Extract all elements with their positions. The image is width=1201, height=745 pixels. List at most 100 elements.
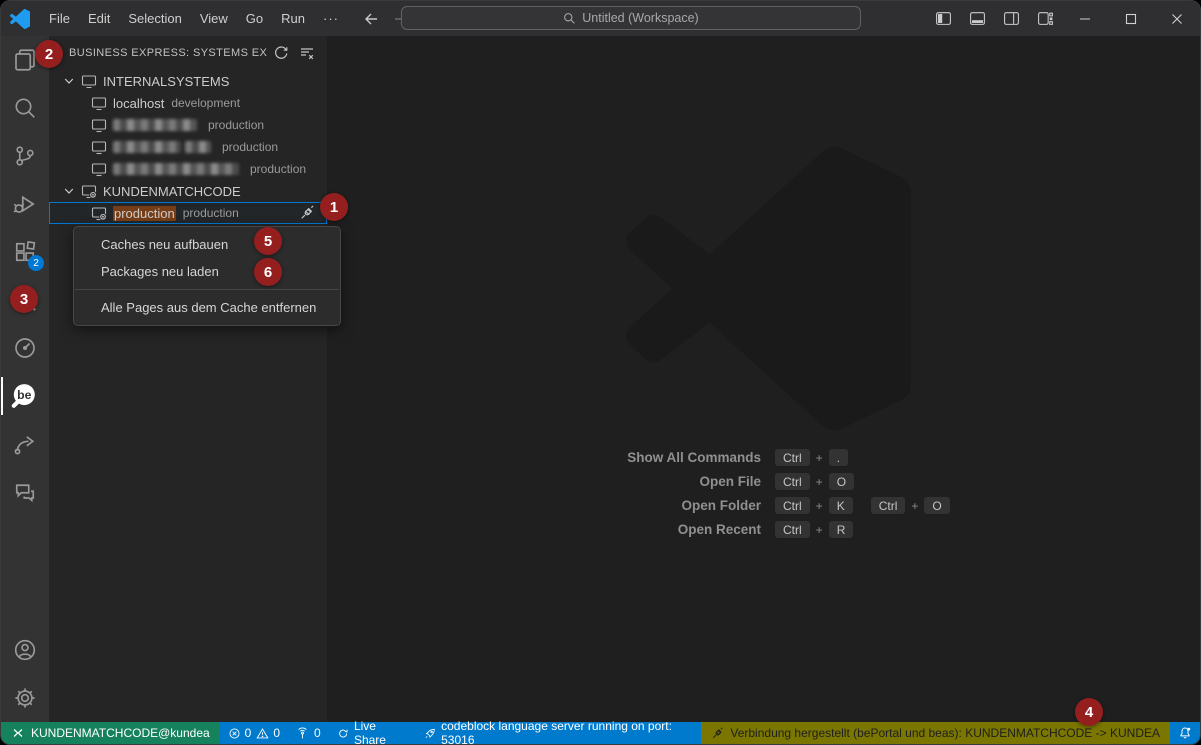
plus-separator: + <box>816 499 823 513</box>
tree-item-kundenmatchcode[interactable]: KUNDENMATCHCODE <box>49 180 327 202</box>
key: Ctrl <box>775 497 810 515</box>
live-share-label: Live Share <box>354 719 408 745</box>
status-bar: KUNDENMATCHCODE@kundea 0 0 0 Live Share … <box>1 722 1200 744</box>
server-monitor-icon <box>91 95 107 111</box>
menu-separator <box>75 289 339 290</box>
menu-item-packages-neu-laden[interactable]: Packages neu laden <box>74 258 340 285</box>
shortcut-keys: Ctrl + . <box>775 449 1035 467</box>
vscode-window: File Edit Selection View Go Run ··· Unti… <box>0 0 1201 745</box>
plug-icon <box>711 727 724 740</box>
tree-item-internalsystems[interactable]: INTERNALSYSTEMS <box>49 70 327 92</box>
extensions-badge: 2 <box>28 255 44 271</box>
server-monitor-active-icon <box>81 183 97 199</box>
svg-text:be: be <box>17 388 31 402</box>
menu-view[interactable]: View <box>191 7 237 30</box>
shortcut-label: Open Folder <box>541 497 761 515</box>
errors-count: 0 <box>245 726 252 740</box>
toggle-panel-icon[interactable] <box>960 1 994 36</box>
bell-icon <box>1178 726 1192 740</box>
systems-tree: INTERNALSYSTEMS localhost development pr… <box>49 70 327 224</box>
command-center-label: Untitled (Workspace) <box>582 11 698 25</box>
business-express-view-icon[interactable]: be <box>1 372 49 420</box>
remote-indicator[interactable]: KUNDENMATCHCODE@kundea <box>1 722 220 744</box>
menu-item-caches-neu-aufbauen[interactable]: Caches neu aufbauen <box>74 231 340 258</box>
chevron-down-icon <box>61 73 77 89</box>
annotation-badge-1: 1 <box>320 193 348 221</box>
language-server-status[interactable]: codeblock language server running on por… <box>416 722 702 744</box>
notifications-bell[interactable] <box>1170 722 1200 744</box>
back-icon[interactable] <box>362 10 380 28</box>
redacted-label <box>113 119 197 131</box>
title-bar: File Edit Selection View Go Run ··· Unti… <box>1 1 1200 36</box>
sidebar-systems-explorer: BUSINESS EXPRESS: SYSTEMS EXPLOR... INTE… <box>49 36 327 722</box>
tree-item-description: production <box>208 118 264 132</box>
key: K <box>829 497 853 515</box>
customize-layout-icon[interactable] <box>1028 1 1062 36</box>
tree-item-production-selected[interactable]: production production <box>49 202 327 224</box>
server-monitor-icon <box>91 117 107 133</box>
toggle-primary-sidebar-icon[interactable] <box>926 1 960 36</box>
connection-status[interactable]: Verbindung hergestellt (bePortal und bea… <box>701 722 1170 744</box>
toggle-secondary-sidebar-icon[interactable] <box>994 1 1028 36</box>
server-monitor-icon <box>91 139 107 155</box>
maximize-button[interactable] <box>1108 1 1154 36</box>
menu-more-icon[interactable]: ··· <box>314 7 348 30</box>
comments-icon[interactable] <box>1 468 49 516</box>
live-share-button[interactable]: Live Share <box>329 722 416 744</box>
settings-gear-icon[interactable] <box>1 674 49 722</box>
plus-separator: + <box>911 499 918 513</box>
live-share-icon <box>337 727 349 740</box>
warnings-icon <box>256 727 269 740</box>
menu-selection[interactable]: Selection <box>119 7 190 30</box>
watermark-shortcuts: Show All Commands Ctrl + . Open File Ctr… <box>541 449 1035 539</box>
connect-plug-icon[interactable] <box>299 205 315 221</box>
share-forward-icon[interactable] <box>1 420 49 468</box>
rocket-icon <box>424 727 436 740</box>
menu-go[interactable]: Go <box>237 7 272 30</box>
key: Ctrl <box>871 497 906 515</box>
menu-item-alle-pages-cache-entfernen[interactable]: Alle Pages aus dem Cache entfernen <box>74 294 340 321</box>
extensions-icon[interactable]: 2 <box>1 228 49 276</box>
annotation-badge-2: 2 <box>35 40 63 68</box>
plus-separator: + <box>816 475 823 489</box>
tree-item-redacted-server[interactable]: production <box>49 114 327 136</box>
problems-indicator[interactable]: 0 0 <box>220 722 288 744</box>
close-button[interactable] <box>1154 1 1200 36</box>
language-server-label: codeblock language server running on por… <box>441 719 693 745</box>
redacted-label <box>185 141 211 153</box>
key: Ctrl <box>775 449 810 467</box>
menu-edit[interactable]: Edit <box>79 7 119 30</box>
menu-file[interactable]: File <box>40 7 79 30</box>
tree-item-description: production <box>222 140 278 154</box>
command-center[interactable]: Untitled (Workspace) <box>401 6 861 30</box>
history-timer-icon[interactable] <box>1 324 49 372</box>
search-view-icon[interactable] <box>1 84 49 132</box>
tree-item-label: INTERNALSYSTEMS <box>103 74 229 89</box>
search-icon <box>563 12 576 25</box>
shortcut-keys: Ctrl + K Ctrl + O <box>775 497 1035 515</box>
context-menu: Caches neu aufbauen Packages neu laden A… <box>73 226 341 326</box>
clear-filter-icon[interactable] <box>295 42 319 64</box>
errors-icon <box>228 727 241 740</box>
run-debug-icon[interactable] <box>1 180 49 228</box>
tree-item-redacted-server[interactable]: production <box>49 136 327 158</box>
activity-bar: 2 be be <box>1 36 49 722</box>
menu-run[interactable]: Run <box>272 7 314 30</box>
account-icon[interactable] <box>1 626 49 674</box>
minimize-button[interactable] <box>1062 1 1108 36</box>
refresh-icon[interactable] <box>269 42 293 64</box>
sidebar-header: BUSINESS EXPRESS: SYSTEMS EXPLOR... <box>49 36 327 70</box>
tree-item-label: localhost <box>113 96 164 111</box>
editor-area: Show All Commands Ctrl + . Open File Ctr… <box>327 36 1200 722</box>
remote-label: KUNDENMATCHCODE@kundea <box>31 726 210 740</box>
tree-item-localhost[interactable]: localhost development <box>49 92 327 114</box>
source-control-icon[interactable] <box>1 132 49 180</box>
plus-separator: + <box>816 523 823 537</box>
tree-item-redacted-server[interactable]: production <box>49 158 327 180</box>
shortcut-label: Show All Commands <box>541 449 761 467</box>
remote-icon <box>11 726 25 740</box>
tree-item-description: development <box>171 96 240 110</box>
ports-indicator[interactable]: 0 <box>288 722 329 744</box>
annotation-badge-4: 4 <box>1075 698 1103 726</box>
server-monitor-active-icon <box>91 205 107 221</box>
